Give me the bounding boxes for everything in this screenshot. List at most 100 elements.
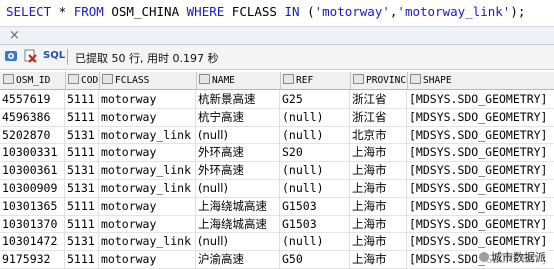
column-header-fclass[interactable]: FCLASS	[99, 72, 197, 89]
table-row[interactable]: 10301370 5111 motorway 上海绕城高速 G1503 上海市 …	[0, 214, 554, 234]
cell-name[interactable]: 外环高速	[196, 161, 280, 179]
cell-code[interactable]: 5111	[65, 107, 99, 126]
column-header-code[interactable]: CODE	[65, 72, 100, 89]
cell-name[interactable]: (null)	[196, 179, 280, 197]
cell-ref[interactable]: S20	[280, 143, 350, 162]
cell-province[interactable]: 上海市	[350, 214, 407, 233]
cell-ref[interactable]: G1503	[280, 214, 350, 233]
sql-keyword-from: FROM	[73, 4, 104, 19]
cell-province[interactable]: 上海市	[350, 196, 407, 215]
cell-code[interactable]: 5111	[65, 214, 99, 233]
table-row[interactable]: 4596386 5111 motorway 杭宁高速 (null) 浙江省 [M…	[0, 107, 554, 127]
sql-keyword-select: SELECT	[6, 4, 52, 19]
column-type-icon	[3, 74, 14, 84]
sql-editor[interactable]: SELECT * FROM OSM_CHINA WHERE FCLASS IN …	[0, 0, 554, 27]
column-header-shape[interactable]: SHAPE	[407, 72, 554, 89]
cell-fclass[interactable]: motorway_link	[99, 232, 196, 251]
results-grid[interactable]: OSM_ID CODE FCLASS NAME REF PROVINCE SHA…	[0, 72, 554, 269]
cell-fclass[interactable]: motorway_link	[99, 179, 196, 197]
cell-shape[interactable]: [MDSYS.SDO_GEOMETRY]	[407, 215, 554, 233]
cell-province[interactable]: 上海市	[350, 232, 407, 251]
table-row[interactable]: 10300331 5111 motorway 外环高速 S20 上海市 [MDS…	[0, 143, 554, 163]
cell-province[interactable]: 北京市	[350, 125, 407, 144]
table-row[interactable]: 10301472 5131 motorway_link (null) (null…	[0, 232, 554, 252]
cell-shape[interactable]: [MDSYS.SDO_GEOMETRY]	[407, 90, 554, 108]
cell-name[interactable]: 外环高速	[196, 143, 280, 162]
cell-fclass[interactable]: motorway	[99, 90, 196, 108]
cell-osm-id[interactable]: 10300331	[0, 143, 65, 162]
cell-code[interactable]: 5111	[65, 90, 99, 108]
cell-code[interactable]: 5131	[65, 232, 99, 251]
cell-osm-id[interactable]: 10301370	[0, 214, 65, 233]
sql-button[interactable]: SQL	[43, 50, 65, 61]
cell-shape[interactable]: [MDSYS.SDO_GEOMETRY]	[407, 161, 554, 179]
cell-fclass[interactable]: motorway	[99, 143, 196, 162]
table-row[interactable]: 10300909 5131 motorway_link (null) (null…	[0, 179, 554, 198]
table-row[interactable]: 5202870 5131 motorway_link (null) (null)…	[0, 125, 554, 145]
cell-province[interactable]: 浙江省	[350, 107, 407, 126]
cell-code[interactable]: 5131	[65, 161, 99, 179]
cell-code[interactable]: 5111	[65, 196, 99, 215]
cell-name[interactable]: 杭新景高速	[196, 90, 280, 108]
cell-ref[interactable]: G50	[280, 250, 350, 268]
table-row[interactable]: 4557619 5111 motorway 杭新景高速 G25 浙江省 [MDS…	[0, 90, 554, 109]
cell-osm-id[interactable]: 10300909	[0, 179, 65, 197]
table-row[interactable]: 10301365 5111 motorway 上海绕城高速 G1503 上海市 …	[0, 196, 554, 216]
cell-osm-id[interactable]: 10301365	[0, 196, 65, 215]
cell-shape[interactable]: [MDSYS.SDO_GEOMETRY]	[407, 126, 554, 144]
wechat-icon	[479, 252, 489, 262]
cell-province[interactable]: 浙江省	[350, 90, 407, 108]
cell-shape[interactable]: [MDSYS.SDO_GEOMETRY]	[407, 108, 554, 126]
cell-fclass[interactable]: motorway	[99, 214, 196, 233]
cell-shape[interactable]: [MDSYS.SDO_GEOMETRY]	[407, 179, 554, 197]
cell-shape[interactable]: [MDSYS.SDO_GEOMETRY]	[407, 232, 554, 250]
cell-province[interactable]: 上海市	[350, 179, 407, 197]
cell-osm-id[interactable]: 4596386	[0, 107, 65, 126]
cell-osm-id[interactable]: 9175932	[0, 250, 65, 268]
pin-icon[interactable]	[4, 49, 18, 63]
cell-ref[interactable]: (null)	[280, 179, 350, 197]
cell-osm-id[interactable]: 10301472	[0, 232, 65, 251]
cell-province[interactable]: 上海市	[350, 143, 407, 162]
cell-name[interactable]: (null)	[196, 232, 280, 251]
cell-name[interactable]: 沪渝高速	[196, 250, 280, 268]
sql-string-value-1: 'motorway'	[314, 4, 390, 19]
cell-code[interactable]: 5131	[65, 179, 99, 197]
cell-ref[interactable]: G1503	[280, 196, 350, 215]
column-header-name[interactable]: NAME	[196, 72, 281, 89]
cell-code[interactable]: 5131	[65, 125, 99, 144]
close-tab-icon[interactable]: ×	[9, 27, 20, 44]
cell-ref[interactable]: G25	[280, 90, 350, 108]
cell-province[interactable]: 上海市	[350, 250, 407, 268]
cell-ref[interactable]: (null)	[280, 107, 350, 126]
cell-ref[interactable]: (null)	[280, 232, 350, 251]
cell-code[interactable]: 5111	[65, 250, 99, 268]
cell-shape[interactable]: [MDSYS.SDO_GEOMETRY]	[407, 143, 554, 161]
cell-osm-id[interactable]: 10300361	[0, 161, 65, 179]
column-header-province[interactable]: PROVINCE	[350, 72, 408, 89]
table-row[interactable]: 9175932 5111 motorway 沪渝高速 G50 上海市 [MDSY…	[0, 250, 554, 269]
cell-name[interactable]: (null)	[196, 125, 280, 144]
cell-fclass[interactable]: motorway	[99, 196, 196, 215]
delete-icon[interactable]	[23, 49, 37, 63]
cell-ref[interactable]: (null)	[280, 125, 350, 144]
column-type-icon	[68, 74, 79, 84]
column-header-ref[interactable]: REF	[280, 72, 351, 89]
table-row[interactable]: 10300361 5131 motorway_link 外环高速 (null) …	[0, 161, 554, 180]
cell-fclass[interactable]: motorway	[99, 250, 196, 268]
sql-keyword-in: IN	[284, 4, 300, 19]
column-header-osm-id[interactable]: OSM_ID	[0, 72, 66, 89]
cell-name[interactable]: 上海绕城高速	[196, 214, 280, 233]
cell-ref[interactable]: (null)	[280, 161, 350, 179]
cell-osm-id[interactable]: 4557619	[0, 90, 65, 108]
cell-osm-id[interactable]: 5202870	[0, 125, 65, 144]
cell-code[interactable]: 5111	[65, 143, 99, 162]
sql-query-text[interactable]: SELECT * FROM OSM_CHINA WHERE FCLASS IN …	[6, 4, 525, 19]
cell-fclass[interactable]: motorway	[99, 107, 196, 126]
cell-fclass[interactable]: motorway_link	[99, 125, 196, 144]
cell-fclass[interactable]: motorway_link	[99, 161, 196, 179]
cell-province[interactable]: 上海市	[350, 161, 407, 179]
cell-name[interactable]: 杭宁高速	[196, 107, 280, 126]
cell-shape[interactable]: [MDSYS.SDO_GEOMETRY]	[407, 197, 554, 215]
cell-name[interactable]: 上海绕城高速	[196, 196, 280, 215]
